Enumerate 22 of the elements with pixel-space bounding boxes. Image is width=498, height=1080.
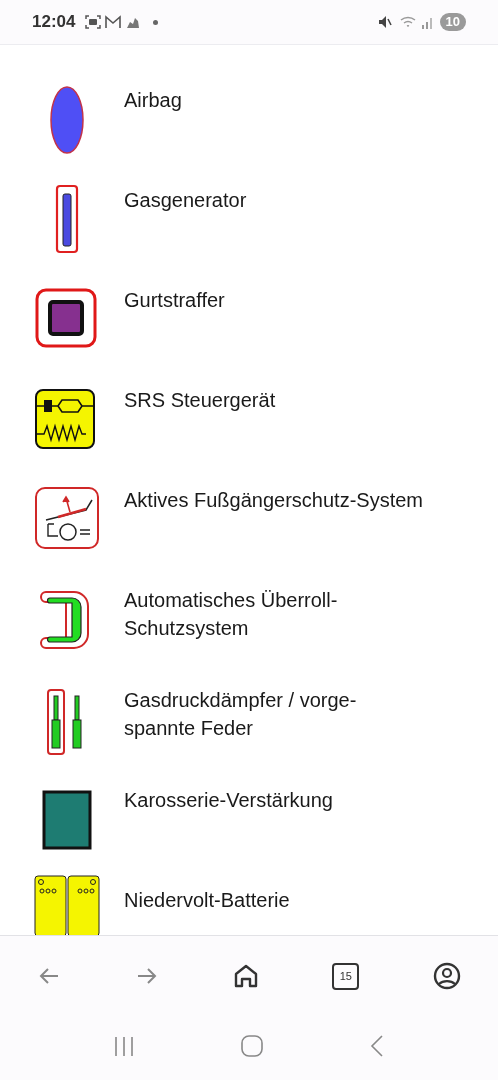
battery-badge: 10 [439,13,466,31]
back-nav-button[interactable] [369,1034,386,1058]
item-label[interactable]: Gurtstraffer [124,286,424,314]
signal-icon [421,15,434,29]
home-nav-button[interactable] [240,1034,264,1058]
screenshot-icon [85,15,102,29]
item-label[interactable]: Airbag [124,86,424,114]
account-button[interactable] [433,962,461,990]
tabs-button[interactable]: 15 [332,962,360,990]
recents-button[interactable] [112,1035,135,1057]
item-label[interactable]: Aktives Fußgängerschutz-System [124,486,424,514]
item-label[interactable]: SRS Steuergerät [124,386,424,414]
item-label[interactable]: Automatisches Überroll-Schutzsystem [124,586,424,642]
status-time: 12:04 [32,11,76,34]
item-label[interactable]: Gasdruckdämpfer / vorge-spannte Feder [124,686,424,742]
item-label[interactable]: Gasgenerator [124,186,424,214]
mail-icon [105,15,122,29]
mute-icon [377,15,392,29]
item-label[interactable]: Niedervolt-Batterie [124,886,424,914]
home-button[interactable] [232,963,259,989]
item-label[interactable]: Karosserie-Verstärkung [124,786,424,814]
wifi-icon [399,15,418,29]
